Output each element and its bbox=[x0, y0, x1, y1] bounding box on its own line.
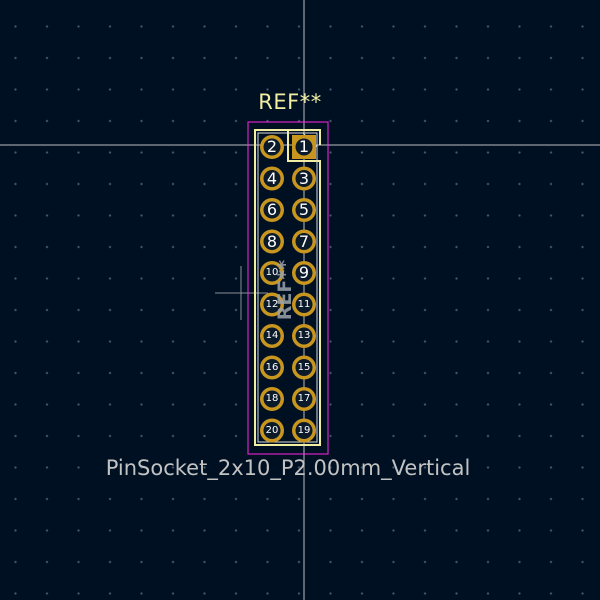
reference-designator[interactable]: REF** bbox=[240, 90, 340, 114]
pad-number-3: 3 bbox=[298, 168, 310, 188]
pad-number-18: 18 bbox=[265, 393, 279, 404]
pad-number-14: 14 bbox=[265, 330, 279, 341]
pad-number-19: 19 bbox=[297, 424, 311, 436]
pad-number-17: 17 bbox=[297, 393, 311, 404]
reference-designator-fab[interactable]: REF** bbox=[274, 260, 296, 320]
pad-number-20: 20 bbox=[265, 424, 279, 436]
pad-number-4: 4 bbox=[266, 168, 278, 188]
pad-number-6: 6 bbox=[266, 200, 278, 219]
pad-number-2: 2 bbox=[266, 137, 278, 156]
pad-number-16: 16 bbox=[265, 361, 279, 373]
pad-number-11: 11 bbox=[297, 298, 311, 310]
pad-number-8: 8 bbox=[266, 231, 278, 251]
pad-number-9: 9 bbox=[298, 263, 310, 282]
pad-number-15: 15 bbox=[297, 361, 311, 373]
footprint-value[interactable]: PinSocket_2x10_P2.00mm_Vertical bbox=[40, 456, 536, 480]
pad-number-5: 5 bbox=[298, 200, 310, 219]
pad-number-1: 1 bbox=[298, 137, 310, 156]
pad-number-7: 7 bbox=[298, 231, 310, 251]
pad-number-13: 13 bbox=[297, 330, 311, 341]
pcb-footprint-canvas[interactable]: 1 2 3 4 5 6 7 8 9 10 11 12 13 14 15 16 17 18 19 20 REF** RE… bbox=[0, 0, 600, 600]
